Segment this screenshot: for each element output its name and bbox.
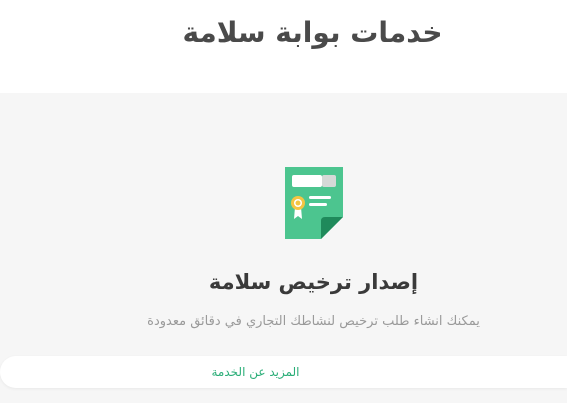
page-title: خدمات بوابة سلامة	[182, 16, 443, 49]
more-about-service-button[interactable]: المزيد عن الخدمة	[0, 356, 567, 388]
more-about-service-label: المزيد عن الخدمة	[211, 365, 300, 379]
license-certificate-icon	[285, 167, 343, 239]
service-title: إصدار ترخيص سلامة	[208, 270, 419, 294]
service-card: إصدار ترخيص سلامة يمكنك انشاء طلب ترخيص …	[0, 93, 567, 403]
service-description: يمكنك انشاء طلب ترخيص لنشاطك التجاري في …	[147, 314, 480, 329]
page-header: خدمات بوابة سلامة	[0, 0, 567, 93]
